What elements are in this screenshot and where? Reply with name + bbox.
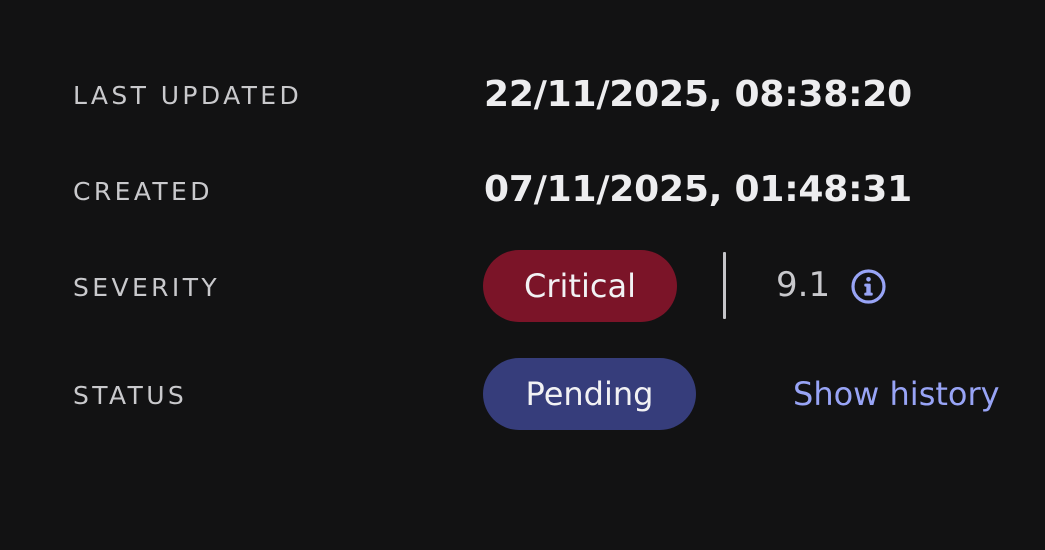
status-badge: Pending [483, 358, 696, 430]
severity-divider [723, 252, 726, 319]
last-updated-value: 22/11/2025, 08:38:20 [484, 74, 912, 115]
info-icon[interactable] [850, 268, 887, 305]
show-history-link[interactable]: Show history [793, 378, 1000, 410]
details-panel: LAST UPDATED 22/11/2025, 08:38:20 CREATE… [0, 0, 1045, 550]
severity-label: SEVERITY [73, 273, 221, 302]
created-value: 07/11/2025, 01:48:31 [484, 169, 912, 210]
severity-badge: Critical [483, 250, 677, 322]
last-updated-label: LAST UPDATED [73, 81, 303, 110]
created-label: CREATED [73, 177, 213, 206]
severity-score: 9.1 [776, 265, 831, 305]
status-label: STATUS [73, 381, 188, 410]
